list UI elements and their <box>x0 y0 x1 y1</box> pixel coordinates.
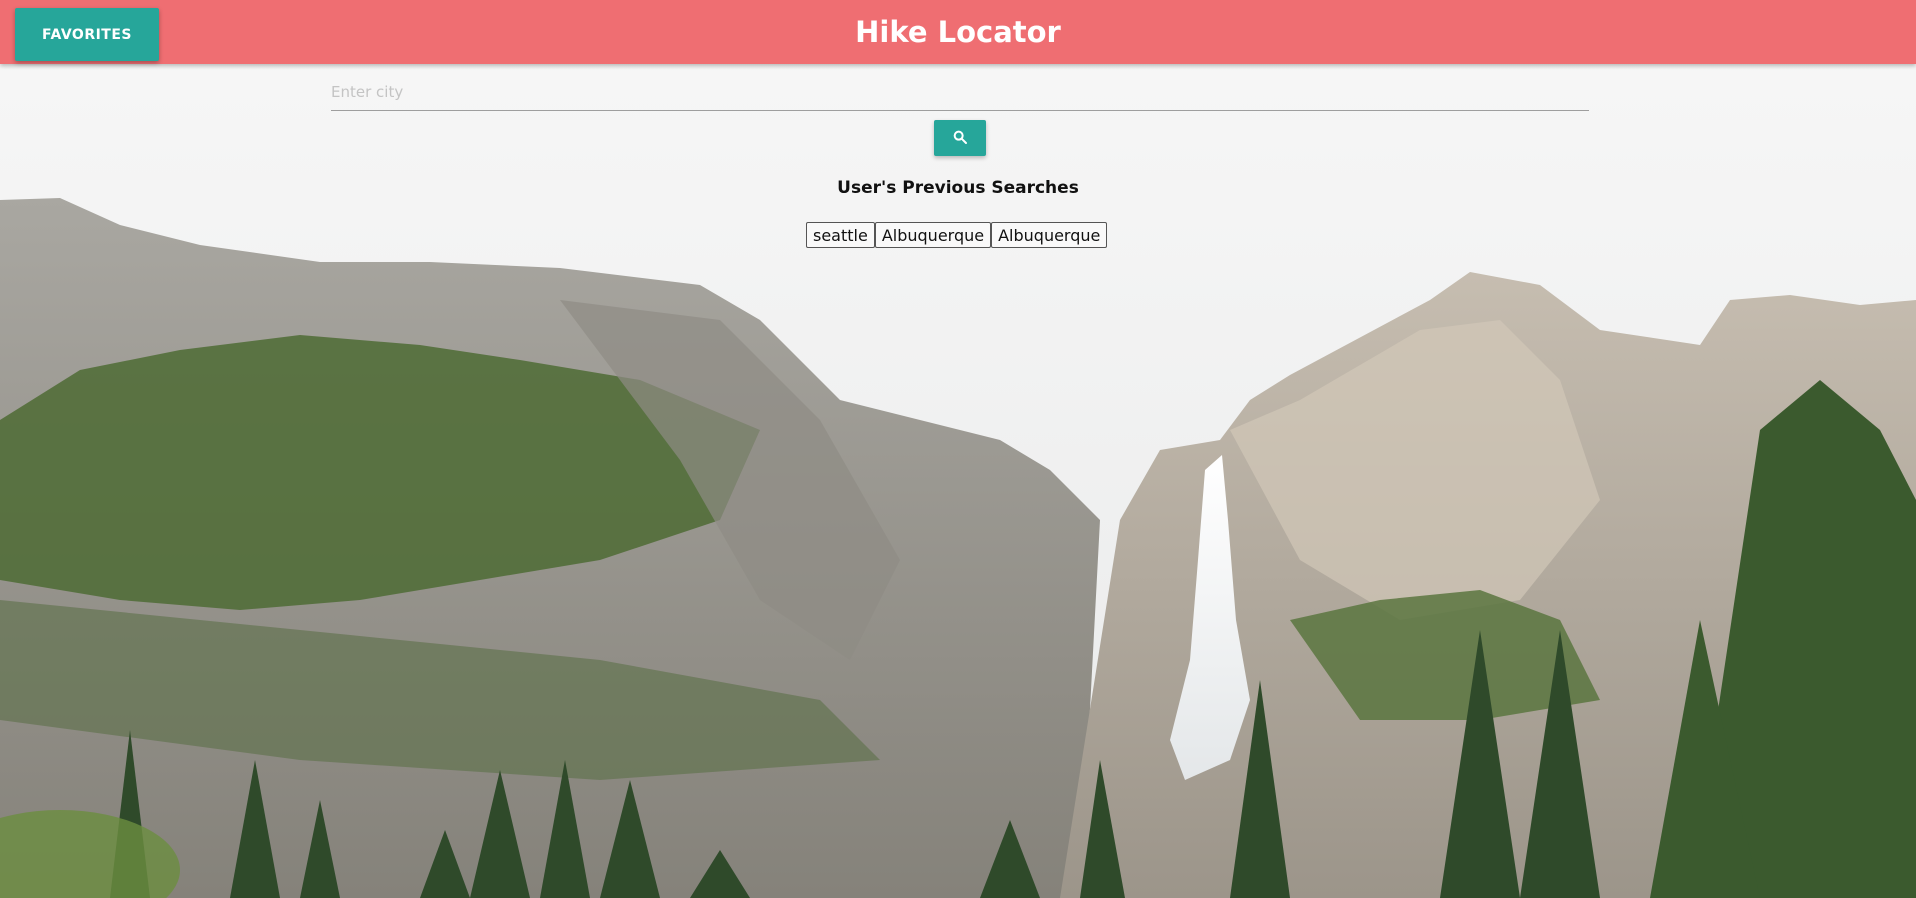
previous-search-button[interactable]: Albuquerque <box>991 222 1108 248</box>
search-button[interactable] <box>934 120 986 156</box>
previous-searches-title: User's Previous Searches <box>837 178 1079 198</box>
search-field-container <box>331 74 1589 112</box>
previous-search-button[interactable]: Albuquerque <box>874 222 992 248</box>
city-search-input[interactable] <box>331 74 1589 111</box>
app-header: FAVORITES Hike Locator <box>0 0 1916 64</box>
search-icon <box>952 129 968 148</box>
previous-searches-list: seattle Albuquerque Albuquerque <box>806 222 1108 248</box>
page: FAVORITES Hike Locator User's Previous S… <box>0 0 1916 898</box>
app-title: Hike Locator <box>855 15 1061 49</box>
favorites-button[interactable]: FAVORITES <box>15 8 159 61</box>
previous-search-button[interactable]: seattle <box>806 222 875 248</box>
